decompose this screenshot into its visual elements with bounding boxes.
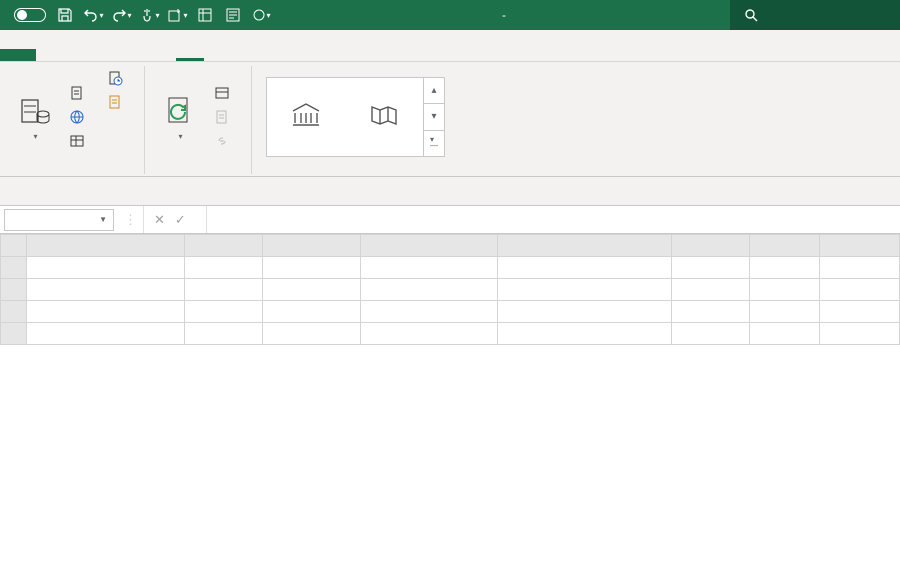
window-title: - bbox=[278, 8, 730, 22]
queries-icon bbox=[213, 84, 231, 102]
map-icon bbox=[367, 101, 401, 129]
gallery-more-button[interactable]: ▾— bbox=[424, 131, 444, 156]
group-queries: ▾ bbox=[153, 66, 252, 174]
redo-icon[interactable]: ▾ bbox=[112, 6, 130, 24]
edit-links-button bbox=[211, 131, 239, 151]
properties-icon bbox=[213, 108, 231, 126]
ribbon-tabs bbox=[0, 30, 900, 62]
search-icon bbox=[744, 8, 758, 22]
existing-connections-button[interactable] bbox=[104, 92, 132, 112]
tab-view[interactable] bbox=[260, 49, 288, 61]
new-sheet-icon[interactable]: ▾ bbox=[168, 6, 186, 24]
save-icon[interactable] bbox=[56, 6, 74, 24]
col-header-D[interactable] bbox=[361, 235, 497, 257]
tab-home[interactable] bbox=[36, 49, 64, 61]
formula-bar: ▼ ⋮ ✕ ✓ bbox=[0, 206, 900, 234]
tab-page-layout[interactable] bbox=[120, 49, 148, 61]
titlebar: ▾ ▾ ▾ ▾ ▾ - bbox=[0, 0, 900, 30]
table-row[interactable] bbox=[1, 257, 900, 279]
name-box[interactable]: ▼ bbox=[4, 209, 114, 231]
formula-input[interactable] bbox=[206, 206, 900, 233]
search-box[interactable] bbox=[730, 0, 900, 30]
get-data-icon bbox=[18, 94, 52, 128]
tab-review[interactable] bbox=[232, 49, 260, 61]
tab-draw[interactable] bbox=[92, 49, 120, 61]
get-data-button[interactable]: ▾ bbox=[14, 92, 56, 143]
tab-insert[interactable] bbox=[64, 49, 92, 61]
pivot-icon[interactable] bbox=[196, 6, 214, 24]
tab-data[interactable] bbox=[176, 49, 204, 61]
globe-icon bbox=[68, 108, 86, 126]
undo-icon[interactable]: ▾ bbox=[84, 6, 102, 24]
col-header-E[interactable] bbox=[497, 235, 671, 257]
col-header-B[interactable] bbox=[185, 235, 263, 257]
table-row[interactable] bbox=[1, 301, 900, 323]
table-icon bbox=[68, 132, 86, 150]
disclaimer-bar[interactable] bbox=[0, 177, 900, 206]
refresh-all-button[interactable]: ▾ bbox=[159, 92, 201, 143]
tab-formulas[interactable] bbox=[148, 49, 176, 61]
geography-data-type[interactable] bbox=[345, 78, 423, 156]
col-header-H[interactable] bbox=[819, 235, 899, 257]
col-header-A[interactable] bbox=[27, 235, 185, 257]
autosave-toggle[interactable] bbox=[8, 8, 46, 22]
gallery-up-button[interactable]: ▴ bbox=[424, 78, 444, 104]
file-text-icon bbox=[68, 84, 86, 102]
col-header-F[interactable] bbox=[671, 235, 749, 257]
touch-mode-icon[interactable]: ▾ bbox=[140, 6, 158, 24]
table-row[interactable] bbox=[1, 279, 900, 301]
col-header-C[interactable] bbox=[263, 235, 361, 257]
group-data-types: ▴ ▾ ▾— bbox=[260, 66, 457, 174]
col-header-G[interactable] bbox=[749, 235, 819, 257]
recent-sources-button[interactable] bbox=[104, 68, 132, 88]
tab-file[interactable] bbox=[0, 49, 36, 61]
connections-icon bbox=[106, 93, 124, 111]
ribbon: ▾ bbox=[0, 62, 900, 177]
gallery-down-button[interactable]: ▾ bbox=[424, 104, 444, 130]
tab-developer[interactable] bbox=[288, 49, 316, 61]
cancel-formula-icon: ✕ bbox=[154, 212, 165, 228]
tab-timeline[interactable] bbox=[204, 49, 232, 61]
form-icon[interactable] bbox=[224, 6, 242, 24]
select-all-corner[interactable] bbox=[1, 235, 27, 257]
links-icon bbox=[213, 132, 231, 150]
spreadsheet-grid[interactable] bbox=[0, 234, 900, 345]
recent-icon bbox=[106, 69, 124, 87]
properties-button bbox=[211, 107, 239, 127]
refresh-icon bbox=[163, 94, 197, 128]
table-row[interactable] bbox=[1, 323, 900, 345]
from-text-csv-button[interactable] bbox=[66, 83, 94, 103]
from-web-button[interactable] bbox=[66, 107, 94, 127]
from-table-button[interactable] bbox=[66, 131, 94, 151]
queries-connections-button[interactable] bbox=[211, 83, 239, 103]
group-get-transform: ▾ bbox=[8, 66, 145, 174]
bank-icon bbox=[289, 101, 323, 129]
enter-formula-icon: ✓ bbox=[175, 212, 186, 228]
record-icon[interactable]: ▾ bbox=[252, 6, 270, 24]
stocks-data-type[interactable] bbox=[267, 78, 345, 156]
